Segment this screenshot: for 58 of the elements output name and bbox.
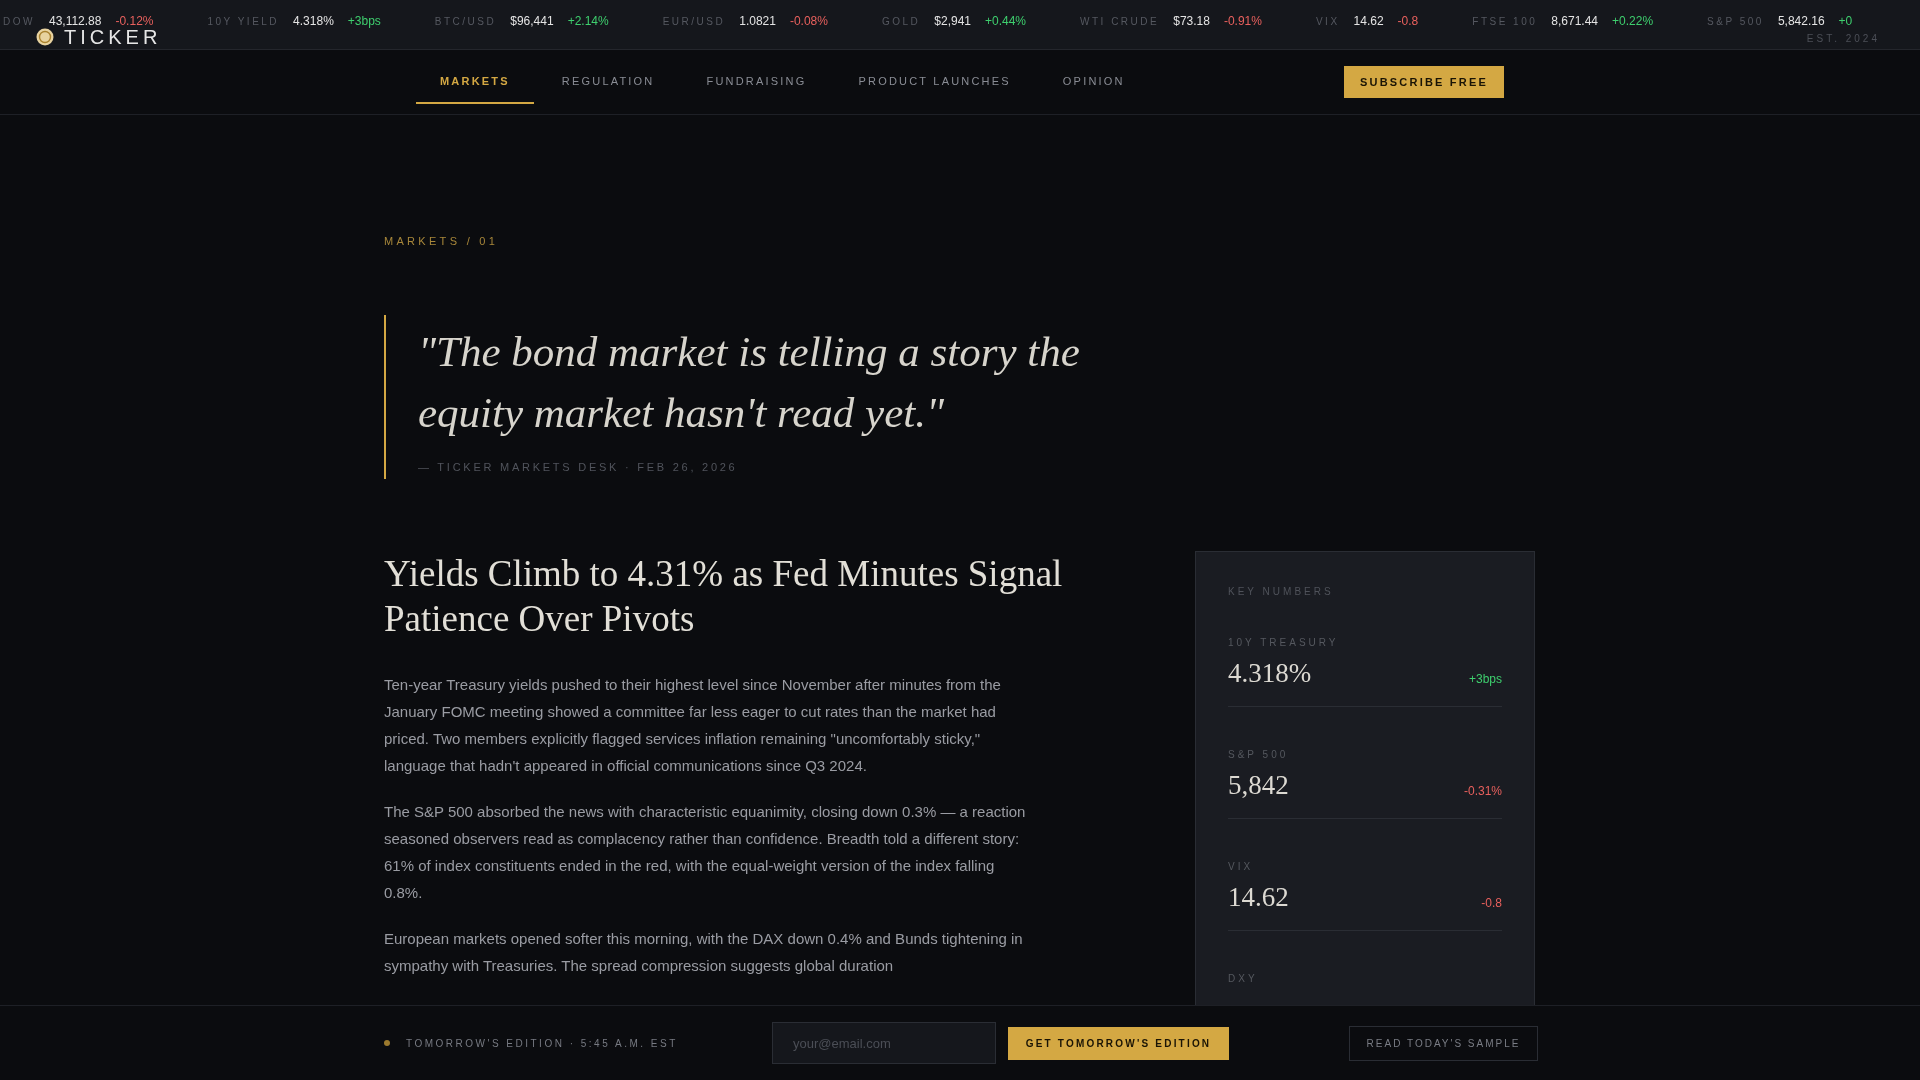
metric-value: 14.62 [1228,881,1289,914]
ticker-change: +0 [1838,13,1853,30]
logo-tagline: EST. 2024 [1806,34,1880,44]
ticker-label: EUR/USD [662,14,726,29]
ticker-change: -0.12% [115,13,154,30]
logo-wordmark[interactable]: TICKER [64,27,162,47]
metric-label: S&P 500 [1228,748,1290,762]
pull-quote: "The bond market is telling a story the equity market hasn't read yet." [418,326,1081,438]
nav-tab[interactable]: MARKETS [416,60,534,104]
ticker-value: 43,112.88 [48,13,102,30]
ticker-change: +0.22% [1612,13,1654,30]
ticker-value: 14.62 [1353,13,1384,30]
metric-value: 5,842 [1228,769,1289,802]
metric-label: VIX [1228,860,1255,874]
ticker-change: -0.8 [1397,13,1419,30]
metric-value: 4.318% [1228,657,1312,690]
ticker-value: 4.318% [293,13,334,30]
get-edition-button[interactable]: GET TOMORROW'S EDITION [1008,1026,1229,1060]
article-headline: Yields Climb to 4.31% as Fed Minutes Signal Patience Over Pivots [384,552,1064,641]
ticker-label: FTSE 100 [1472,14,1538,29]
article-paragraph: Ten-year Treasury yields pushed to their highest level since November after minutes from the January FOMC meeting showed a committee far less eager to cut rates than the market had priced. Two members explicitly flagged services inflation remaining "uncomfortably sticky," language that hadn't appeared in official communications since Q3 2024. [384,675,1002,776]
email-field[interactable]: your@email.com [772,1022,996,1064]
breadcrumb: MARKETS / 01 [384,234,500,249]
ticker-value: $2,941 [934,13,971,30]
ticker-change: -0.91% [1223,13,1262,30]
read-sample-button[interactable]: READ TODAY'S SAMPLE [1349,1025,1538,1061]
ticker-label: 10Y YIELD [207,14,280,29]
ticker-label: S&P 500 [1707,14,1764,29]
ticker-change: +2.14% [567,13,609,30]
metric-change: -0.8 [1481,895,1502,912]
metric-label: DXY [1228,972,1259,986]
ticker-change: +0.44% [985,13,1027,30]
ticker-label: WTI CRUDE [1080,14,1160,29]
ticker-value: $96,441 [510,13,554,30]
status-dot [384,1040,390,1046]
edition-time: TOMORROW'S EDITION · 5:45 A.M. EST [406,1036,679,1051]
ticker-value: $73.18 [1173,13,1210,30]
ticker-label: DOW [3,14,35,29]
ticker-change: +3bps [347,13,381,30]
panel-title: KEY NUMBERS [1228,585,1335,599]
nav-tab[interactable]: OPINION [1038,60,1149,104]
nav-tab[interactable]: FUNDRAISING [682,60,831,104]
logo-icon [36,28,54,46]
article-paragraph: The S&P 500 absorbed the news with characteristic equanimity, closing down 0.3% — a reaction seasoned observers read as complacency rather than confidence. Breadth told a different story: 61% of index constituents ended in the red, with the equal-weight version of the index falling 0.8%. [384,802,1027,903]
subscribe-button[interactable]: SUBSCRIBE FREE [1344,66,1504,98]
article-paragraph: European markets opened softer this morning, with the DAX down 0.4% and Bunds tightening in sympathy with Treasuries. The spread compression suggests global duration [384,929,1024,976]
ticker-change: -0.08% [789,13,828,30]
ticker-value: 5,842.16 [1777,13,1825,30]
nav-tab[interactable]: REGULATION [537,60,679,104]
ticker-label: VIX [1315,14,1340,29]
ticker-label: BTC/USD [434,14,497,29]
metric-change: +3bps [1468,671,1502,688]
quote-attribution: — TICKER MARKETS DESK · FEB 26, 2026 [418,459,739,475]
ticker-value: 8,671.44 [1551,13,1599,30]
metric-change: -0.31% [1463,783,1502,800]
nav-tab[interactable]: PRODUCT LAUNCHES [834,60,1035,104]
ticker-value: 1.0821 [739,13,776,30]
ticker-label: GOLD [881,14,921,29]
